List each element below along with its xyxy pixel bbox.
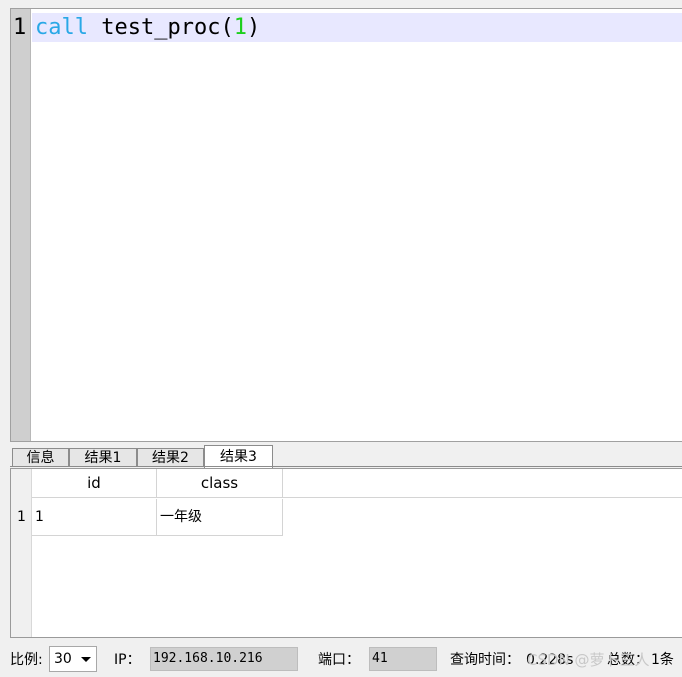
ip-label: IP： [114,652,141,668]
code-argument: 1 [233,15,247,40]
chevron-down-icon [81,657,91,662]
tab-result-1[interactable]: 结果1 [69,448,137,467]
tab-divider [10,466,682,467]
row-number[interactable]: 1 [11,499,32,536]
ip-field: 192.168.10.216 [150,647,298,671]
tab-result-2[interactable]: 结果2 [137,448,204,467]
total-value: 1条 [651,652,674,668]
code-close-paren: ) [246,15,261,40]
line-number-gutter: 1 [11,9,31,441]
scale-label: 比例: [10,652,43,668]
code-keyword: call [35,15,88,40]
table-cell-id[interactable]: 1 [32,499,157,536]
port-label: 端口： [318,652,360,668]
watermark: CSDN @萝卜三人 [527,651,650,669]
header-filler [283,469,682,498]
result-grid[interactable]: id class 1 1 一年级 [10,468,682,638]
query-time-label: 查询时间： [450,652,520,668]
row-header-column [11,469,32,637]
port-field: 41 [369,647,437,671]
tab-info[interactable]: 信息 [12,448,69,467]
sql-editor[interactable]: 1 call test_proc(1) [10,8,682,442]
table-cell-class[interactable]: 一年级 [157,499,283,536]
code-line[interactable]: call test_proc(1) [32,13,682,42]
line-number: 1 [13,15,27,40]
scale-value: 30 [54,651,72,667]
column-header-class[interactable]: class [157,469,283,498]
status-bar: 比例: 30 IP： 192.168.10.216 端口： 41 查询时间： 0… [0,644,682,677]
tab-result-3[interactable]: 结果3 [204,445,273,468]
scale-dropdown[interactable]: 30 [49,646,97,672]
column-header-id[interactable]: id [32,469,157,498]
code-procedure-name: test_proc( [101,15,234,40]
